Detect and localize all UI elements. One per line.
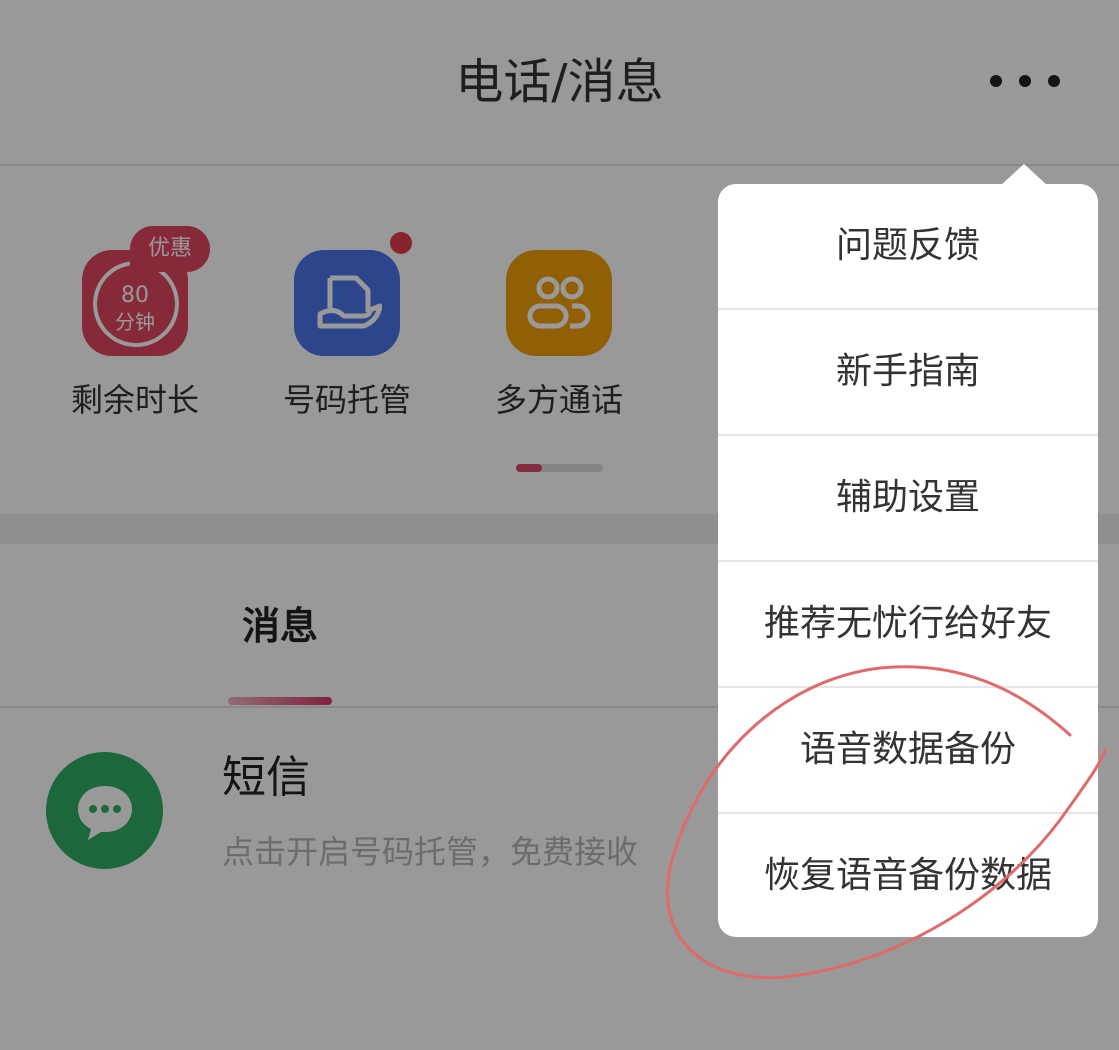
annotation-circle bbox=[665, 665, 1107, 980]
